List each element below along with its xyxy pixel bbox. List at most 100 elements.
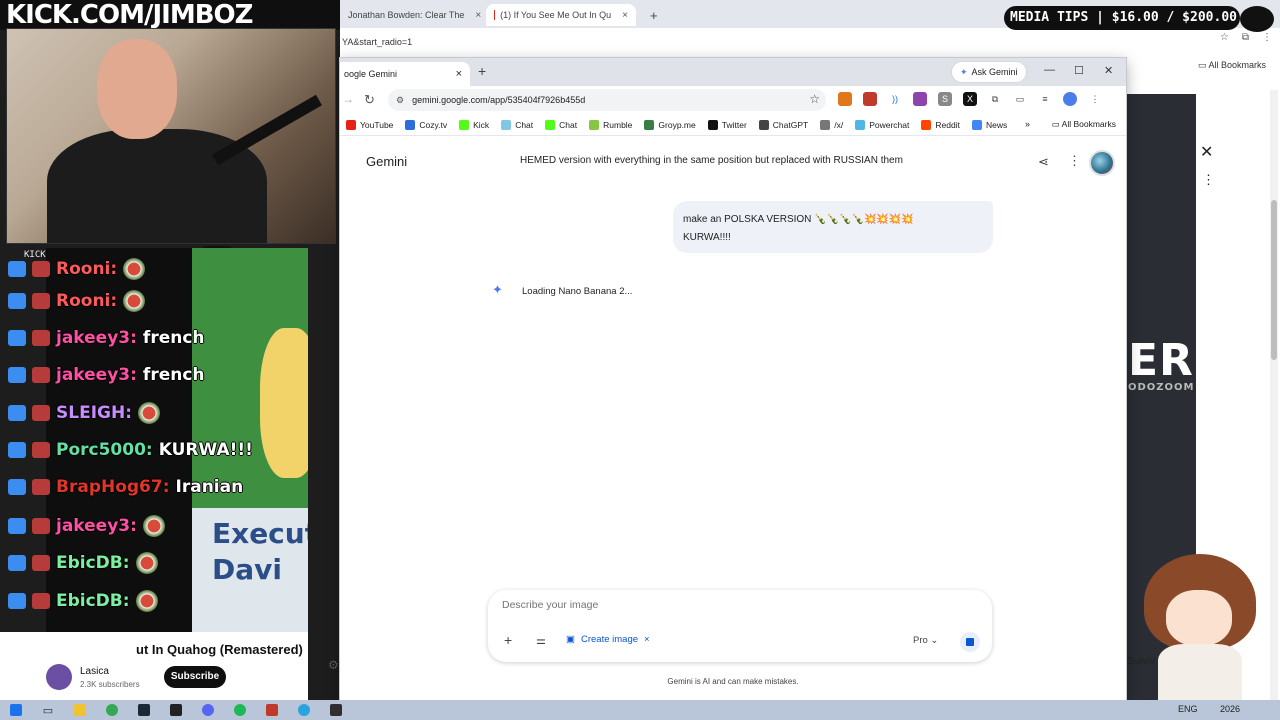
close-icon[interactable]: × (622, 10, 628, 21)
task-view-icon[interactable]: ▭ (32, 700, 64, 720)
bookmark-x-board[interactable]: /x/ (820, 119, 843, 130)
bookmark-powerchat[interactable]: Powerchat (855, 119, 909, 130)
chat-username[interactable]: SLEIGH: (56, 403, 132, 423)
bookmark-cozy[interactable]: Cozy.tv (405, 119, 447, 130)
site-info-icon[interactable]: ⚙ (396, 95, 404, 106)
reading-list-icon[interactable]: ≡ (1038, 92, 1052, 106)
bookmark-youtube[interactable]: YouTube (346, 119, 393, 130)
close-window-icon[interactable]: ✕ (1104, 64, 1113, 77)
close-icon[interactable]: ✕ (1200, 142, 1213, 162)
prompt-input[interactable] (502, 599, 882, 611)
discord-icon[interactable] (192, 700, 224, 720)
audio-extension-icon[interactable]: )) (888, 92, 902, 106)
obs-icon[interactable] (320, 700, 352, 720)
spotify-icon[interactable] (224, 700, 256, 720)
subscribe-button[interactable]: Subscribe (164, 666, 226, 688)
account-avatar[interactable] (1089, 150, 1115, 176)
chat-icon (501, 119, 512, 130)
new-tab-button[interactable]: + (478, 63, 486, 79)
chat-username[interactable]: jakeey3: (56, 365, 137, 385)
gemini-browser-window: oogle Gemini × + ✦ Ask Gemini — ☐ ✕ → ↻ … (328, 58, 1126, 700)
sub-badge-icon (8, 261, 26, 277)
share-icon[interactable]: ⋖ (1038, 154, 1049, 170)
chat-username[interactable]: jakeey3: (56, 516, 137, 536)
close-icon[interactable]: × (456, 68, 462, 80)
bookmark-icon[interactable]: ☆ (1220, 32, 1229, 43)
forward-icon[interactable]: → (342, 92, 354, 106)
puzzle-extensions-icon[interactable]: ⧉ (988, 92, 1002, 106)
bookmark-star-icon[interactable]: ☆ (809, 92, 820, 106)
bookmark-groyp[interactable]: Groyp.me (644, 119, 696, 130)
minimize-icon[interactable]: — (1044, 64, 1055, 76)
bookmark-news[interactable]: News (971, 119, 1007, 130)
telegram-icon[interactable] (288, 700, 320, 720)
chat-username[interactable]: Rooni: (56, 291, 117, 311)
background-tab-youtube[interactable]: (1) If You See Me Out In Qu × (486, 4, 636, 26)
maximize-icon[interactable]: ☐ (1074, 64, 1084, 77)
emote-icon (123, 258, 146, 280)
more-options-icon[interactable]: ⋮ (1202, 172, 1215, 188)
chat-username[interactable]: EbicDB: (56, 553, 130, 573)
chat-username[interactable]: jakeey3: (56, 328, 137, 348)
stop-generation-button[interactable] (960, 632, 980, 652)
create-image-chip[interactable]: ▣ Create image × (566, 634, 650, 645)
user-message-bubble: make an POLSKA VERSION 🍾🍾🍾🍾💥💥💥💥 KURWA!!!… (673, 201, 993, 253)
tab-label: oogle Gemini (344, 69, 398, 79)
youtube-video-title[interactable]: ut In Quahog (Remastered) (136, 642, 303, 657)
bookmark-chat-1[interactable]: Chat (501, 119, 533, 130)
bookmarks-overflow-button[interactable]: » (1025, 119, 1030, 129)
bookmark-kick[interactable]: Kick (459, 119, 489, 130)
profile-avatar-icon[interactable] (1063, 92, 1077, 106)
bookmark-chatgpt[interactable]: ChatGPT (758, 119, 808, 130)
all-bookmarks-button[interactable]: ▭ All Bookmarks (1052, 119, 1116, 130)
model-selector[interactable]: Pro ⌄ (913, 635, 938, 646)
bookmark-reddit[interactable]: Reddit (921, 119, 960, 130)
address-bar[interactable]: ⚙ gemini.google.com/app/535404f7926b455d… (388, 89, 826, 111)
settings-icon[interactable]: ⚙ (328, 658, 339, 672)
chat-username[interactable]: Rooni: (56, 259, 117, 279)
counter-extension-icon[interactable] (863, 92, 877, 106)
bookmark-twitter[interactable]: Twitter (707, 119, 747, 130)
x-extension-icon[interactable]: X (963, 92, 977, 106)
more-options-icon[interactable]: ⋮ (1068, 153, 1081, 169)
extension-icon[interactable]: S (938, 92, 952, 106)
scrollbar-thumb[interactable] (1271, 200, 1277, 360)
channel-name[interactable]: Lasica (80, 666, 109, 677)
sub-badge-icon (8, 593, 26, 609)
cast-icon[interactable]: ▭ (1013, 92, 1027, 106)
add-attachment-icon[interactable]: + (504, 632, 512, 648)
menu-icon[interactable]: ⋮ (1088, 92, 1102, 106)
channel-avatar[interactable] (46, 664, 72, 690)
background-url-fragment: YA&start_radio=1 (340, 28, 1280, 56)
tools-icon[interactable]: ⚌ (536, 634, 546, 647)
new-tab-button[interactable]: + (642, 4, 662, 26)
extensions-icon[interactable]: ⧉ (1242, 32, 1249, 43)
extension-icon[interactable] (913, 92, 927, 106)
app-icon[interactable] (256, 700, 288, 720)
chat-text: KURWA!!! (158, 440, 253, 460)
reload-icon[interactable]: ↻ (364, 92, 375, 108)
bookmark-rumble[interactable]: Rumble (589, 119, 632, 130)
start-icon[interactable] (0, 700, 32, 720)
chat-username[interactable]: Porc5000: (56, 440, 153, 460)
terminal-icon[interactable] (160, 700, 192, 720)
chat-username[interactable]: EbicDB: (56, 591, 130, 611)
tab-google-gemini[interactable]: oogle Gemini × (340, 62, 470, 86)
extensions-row: )) S X ⧉ ▭ ≡ ⋮ (838, 92, 1102, 106)
steam-icon[interactable] (128, 700, 160, 720)
metamask-extension-icon[interactable] (838, 92, 852, 106)
close-icon[interactable]: × (475, 10, 481, 21)
background-tab-bowden[interactable]: Jonathan Bowden: Clear The × (340, 4, 488, 26)
bookmark-chat-2[interactable]: Chat (545, 119, 577, 130)
file-explorer-icon[interactable] (64, 700, 96, 720)
system-tray[interactable]: ENG 2026 (1178, 704, 1240, 714)
ask-gemini-button[interactable]: ✦ Ask Gemini (951, 61, 1027, 83)
chat-username[interactable]: BrapHog67: (56, 477, 170, 497)
remove-chip-icon[interactable]: × (644, 634, 650, 645)
chat-message: Rooni: (8, 254, 146, 284)
background-scrollbar[interactable] (1270, 90, 1278, 700)
chrome-icon[interactable] (96, 700, 128, 720)
background-all-bookmarks[interactable]: ▭ All Bookmarks (1198, 60, 1266, 71)
gemini-brand[interactable]: Gemini (366, 154, 407, 169)
menu-icon[interactable]: ⋮ (1262, 32, 1272, 43)
